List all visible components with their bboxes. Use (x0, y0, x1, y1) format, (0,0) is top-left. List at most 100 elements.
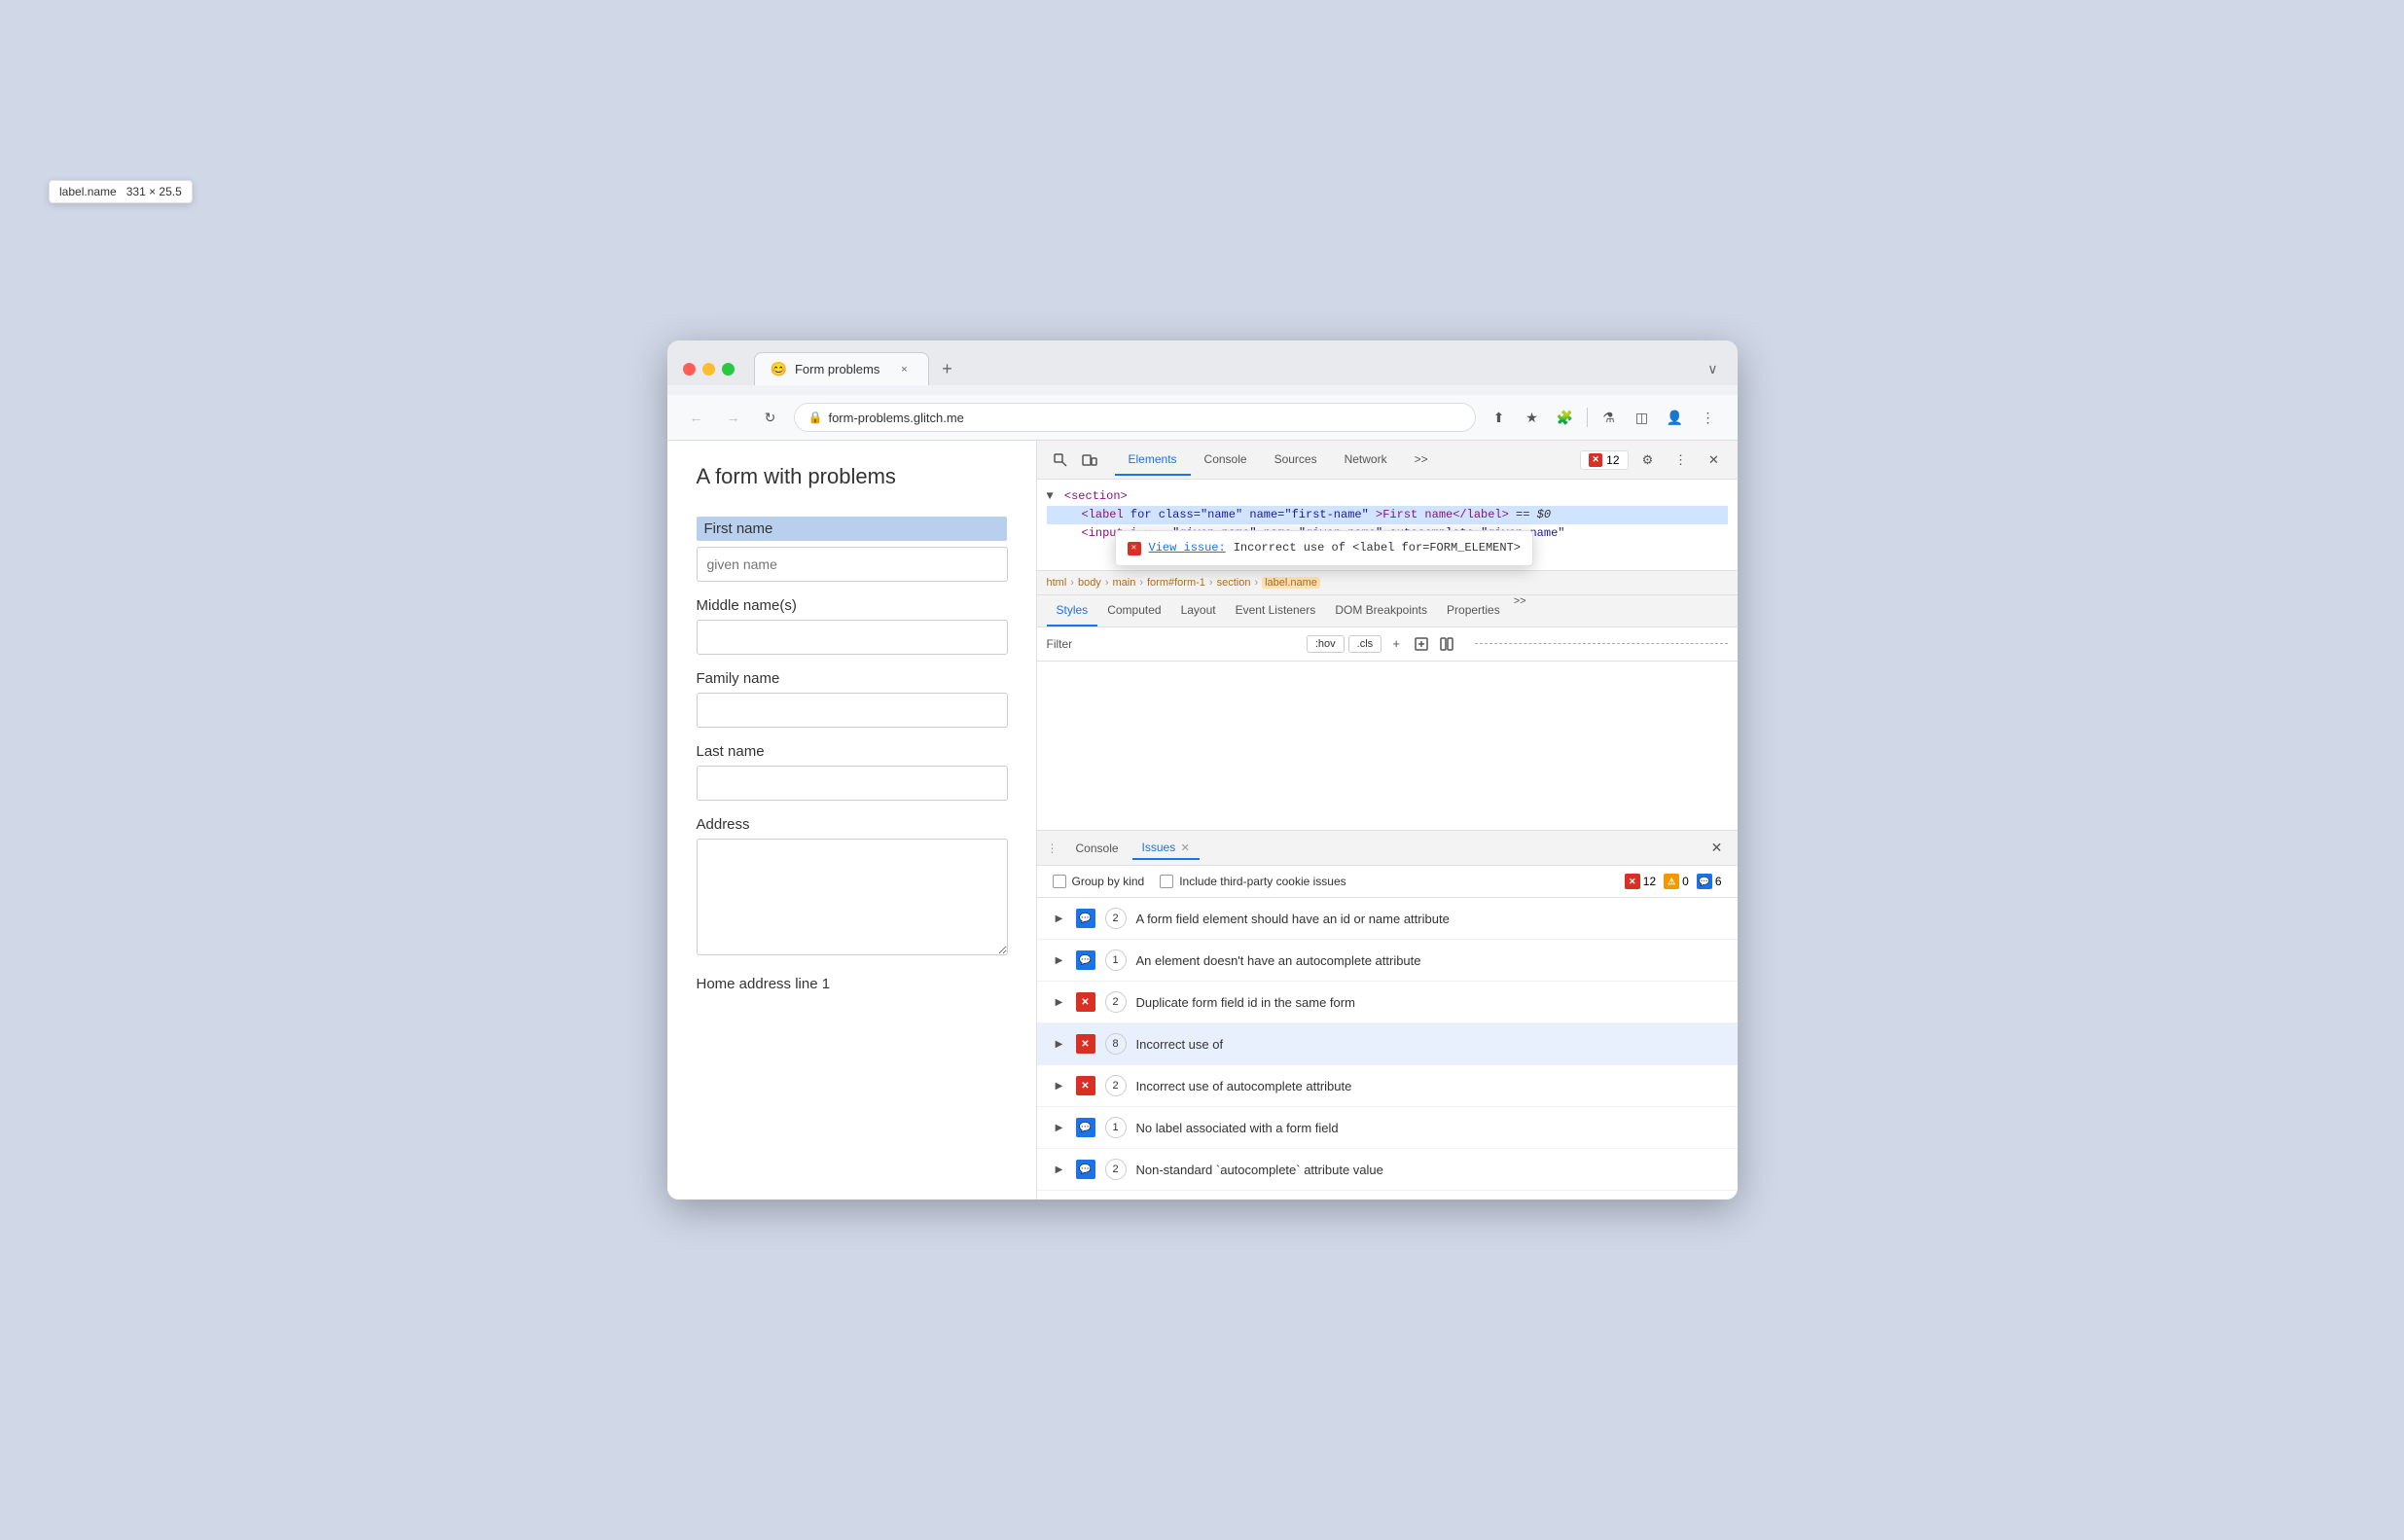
tab-elements[interactable]: Elements (1115, 445, 1191, 476)
issue-expand-arrow[interactable]: ▶ (1053, 1163, 1066, 1176)
minimize-button[interactable] (702, 363, 715, 376)
bc-form[interactable]: form#form-1 (1147, 577, 1205, 589)
styles-tab-properties[interactable]: Properties (1437, 595, 1510, 627)
error-count-badge[interactable]: ✕ 12 (1580, 450, 1628, 470)
issues-tab-close[interactable]: ✕ (1181, 842, 1190, 854)
share-icon[interactable]: ⬆ (1486, 404, 1513, 431)
back-button[interactable]: ← (683, 404, 710, 431)
family-name-input[interactable] (697, 693, 1008, 728)
new-tab-button[interactable]: + (933, 354, 962, 383)
last-name-label: Last name (697, 743, 1007, 760)
reload-button[interactable]: ↻ (757, 404, 784, 431)
html-label-line: <label for class="name" name="first-name… (1047, 506, 1728, 524)
third-party-box[interactable] (1160, 875, 1173, 888)
bc-sep-5: › (1254, 577, 1258, 589)
issues-list: ▶ 💬 2 A form field element should have a… (1037, 898, 1738, 1200)
hover-filter-btn[interactable]: :hov (1307, 635, 1345, 653)
address-input[interactable]: 🔒 form-problems.glitch.me (794, 403, 1476, 432)
styles-tab-dom-breakpoints[interactable]: DOM Breakpoints (1325, 595, 1437, 627)
issue-item[interactable]: ▶ ✕ 2 Incorrect use of autocomplete attr… (1037, 1065, 1738, 1107)
inspect-element-icon[interactable] (1047, 447, 1074, 474)
device-toolbar-icon[interactable] (1076, 447, 1103, 474)
more-menu-icon[interactable]: ⋮ (1695, 404, 1722, 431)
issue-expand-arrow[interactable]: ▶ (1053, 1079, 1066, 1092)
issue-count: 2 (1105, 991, 1127, 1013)
bc-section[interactable]: section (1217, 577, 1251, 589)
issue-type-icon: ✕ (1076, 1076, 1095, 1095)
bc-label[interactable]: label.name (1262, 577, 1320, 589)
group-by-kind-label: Group by kind (1072, 875, 1145, 888)
middle-name-input[interactable] (697, 620, 1008, 655)
issue-text: Incorrect use of (1136, 1037, 1722, 1052)
last-name-input[interactable] (697, 766, 1008, 801)
issue-expand-arrow[interactable]: ▶ (1053, 912, 1066, 925)
family-name-label: Family name (697, 670, 1007, 687)
issue-type-icon: 💬 (1076, 909, 1095, 928)
close-button[interactable] (683, 363, 696, 376)
close-devtools-icon[interactable]: ✕ (1701, 447, 1728, 474)
bottom-panel-close[interactable]: ✕ (1706, 838, 1728, 859)
issue-expand-arrow[interactable]: ▶ (1053, 1037, 1066, 1051)
bc-sep-1: › (1070, 577, 1074, 589)
settings-icon[interactable]: ⚙ (1634, 447, 1662, 474)
bottom-tab-console[interactable]: Console (1066, 838, 1129, 859)
elements-panel: ▼ <section> <label for class="name" name… (1037, 480, 1738, 830)
error-badge-count: 12 (1643, 875, 1656, 888)
tab-title: Form problems (795, 362, 889, 376)
first-name-input[interactable] (697, 547, 1008, 582)
bc-html[interactable]: html (1047, 577, 1067, 589)
styles-tab-styles[interactable]: Styles (1047, 595, 1098, 627)
issue-count: 2 (1105, 908, 1127, 929)
tab-favicon: 😊 (771, 361, 787, 377)
group-by-kind-box[interactable] (1053, 875, 1066, 888)
issue-item[interactable]: ▶ 💬 1 No label associated with a form fi… (1037, 1107, 1738, 1149)
tab-close-button[interactable]: × (897, 362, 913, 377)
tab-more[interactable]: >> (1401, 445, 1442, 476)
issue-item[interactable]: ▶ ✕ 8 Incorrect use of (1037, 1023, 1738, 1065)
view-issue-link[interactable]: View issue: (1149, 539, 1226, 557)
extensions-icon[interactable]: 🧩 (1552, 404, 1579, 431)
computed-styles-icon[interactable] (1436, 633, 1457, 655)
sidebar-icon[interactable]: ◫ (1629, 404, 1656, 431)
issue-expand-arrow[interactable]: ▶ (1053, 1121, 1066, 1134)
forward-button[interactable]: → (720, 404, 747, 431)
error-badge: ✕ 12 (1625, 874, 1656, 889)
styles-tab-event-listeners[interactable]: Event Listeners (1226, 595, 1326, 627)
group-by-kind-checkbox[interactable]: Group by kind (1053, 875, 1145, 888)
issue-type-icon: 💬 (1076, 950, 1095, 970)
styles-tab-layout[interactable]: Layout (1171, 595, 1226, 627)
error-badge-icon: ✕ (1625, 874, 1640, 889)
tab-expand-button[interactable]: ∨ (1707, 361, 1717, 385)
issue-item[interactable]: ▶ ✕ 2 Duplicate form field id in the sam… (1037, 982, 1738, 1023)
issue-expand-arrow[interactable]: ▶ (1053, 953, 1066, 967)
issue-item[interactable]: ▶ 💬 1 An element doesn't have an autocom… (1037, 940, 1738, 982)
bookmark-icon[interactable]: ★ (1519, 404, 1546, 431)
tab-sources[interactable]: Sources (1261, 445, 1331, 476)
issue-expand-arrow[interactable]: ▶ (1053, 995, 1066, 1009)
issue-item[interactable]: ▶ 💬 2 Non-standard `autocomplete` attrib… (1037, 1149, 1738, 1191)
lab-icon[interactable]: ⚗ (1596, 404, 1623, 431)
tab-network[interactable]: Network (1331, 445, 1401, 476)
styles-tab-more[interactable]: >> (1514, 595, 1526, 627)
address-textarea[interactable] (697, 839, 1008, 955)
html-section-line: ▼ <section> (1047, 487, 1728, 506)
address-label: Address (697, 816, 1007, 833)
styles-tab-computed[interactable]: Computed (1097, 595, 1170, 627)
add-style-icon[interactable]: + (1385, 633, 1407, 655)
user-icon[interactable]: 👤 (1662, 404, 1689, 431)
issue-item[interactable]: ▶ 💬 2 A form field element should have a… (1037, 898, 1738, 940)
warning-badge-count: 0 (1682, 875, 1689, 888)
bc-main[interactable]: main (1112, 577, 1135, 589)
browser-tab-active[interactable]: 😊 Form problems × (754, 352, 929, 385)
more-options-icon[interactable]: ⋮ (1668, 447, 1695, 474)
cls-filter-btn[interactable]: .cls (1348, 635, 1382, 653)
tab-console[interactable]: Console (1191, 445, 1261, 476)
bottom-tab-issues[interactable]: Issues ✕ (1132, 837, 1200, 860)
issue-count: 2 (1105, 1159, 1127, 1180)
issue-text: Non-standard `autocomplete` attribute va… (1136, 1163, 1722, 1177)
bc-body[interactable]: body (1078, 577, 1101, 589)
new-style-rule-icon[interactable] (1411, 633, 1432, 655)
issue-tooltip-popup: ✕ View issue: Incorrect use of <label fo… (1115, 530, 1533, 566)
fullscreen-button[interactable] (722, 363, 735, 376)
third-party-checkbox[interactable]: Include third-party cookie issues (1160, 875, 1346, 888)
